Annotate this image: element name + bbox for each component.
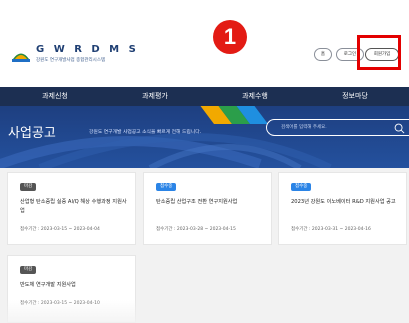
search-placeholder: 검색어를 입력해 주세요. (281, 125, 327, 130)
notice-period: 접수기간 : 2023-03-15 ~ 2023-04-10 (20, 301, 100, 306)
hero-banner: 사업공고 강원도 연구개발 사업공고 소식을 빠르게 전해 드립니다. 검색어를… (0, 106, 409, 168)
hero-title: 사업공고 (8, 126, 56, 141)
notice-period: 접수기간 : 2023-03-15 ~ 2023-04-04 (20, 227, 100, 232)
hero-decoration (0, 106, 332, 168)
notice-card[interactable]: 마감 산업형 탄소중립 실증 Al/Q 해상 수행과정 지원사업 접수기간 : … (7, 172, 136, 245)
status-badge: 접수중 (291, 183, 312, 191)
nav-item-evaluation[interactable]: 과제평가 (120, 87, 190, 106)
notice-card[interactable]: 접수중 2023년 강원도 이노베이터 R&D 지원사업 공고 접수기간 : 2… (278, 172, 407, 245)
notice-period: 접수기간 : 2023-03-28 ~ 2023-04-15 (156, 227, 236, 232)
notice-title[interactable]: 반도체 연구개발 지원사업 (20, 281, 130, 290)
notice-card[interactable]: 접수중 탄소중립 산업구조 전환 연구지원사업 접수기간 : 2023-03-2… (143, 172, 272, 245)
site-header: G W R D M S 강원도 연구개발사업 종합관리시스템 1 홈 로그인 회… (0, 0, 409, 87)
search-icon[interactable] (394, 123, 405, 134)
status-badge: 접수중 (156, 183, 177, 191)
main-nav: 과제신청 과제평가 과제수행 정보마당 (0, 87, 409, 106)
logo-subtitle: 강원도 연구개발사업 종합관리시스템 (36, 58, 106, 63)
notice-title[interactable]: 2023년 강원도 이노베이터 R&D 지원사업 공고 (291, 198, 401, 207)
site-logo[interactable]: G W R D M S 강원도 연구개발사업 종합관리시스템 (12, 44, 136, 66)
nav-item-info[interactable]: 정보마당 (320, 87, 390, 106)
notice-title[interactable]: 탄소중립 산업구조 전환 연구지원사업 (156, 198, 266, 207)
nav-item-apply[interactable]: 과제신청 (20, 87, 90, 106)
logo-mark-icon (12, 53, 30, 62)
highlight-box (357, 35, 401, 70)
nav-item-execution[interactable]: 과제수행 (220, 87, 290, 106)
status-badge: 마감 (20, 266, 37, 274)
screen: G W R D M S 강원도 연구개발사업 종합관리시스템 1 홈 로그인 회… (0, 0, 409, 323)
notice-card[interactable]: 마감 반도체 연구개발 지원사업 접수기간 : 2023-03-15 ~ 202… (7, 255, 136, 323)
step-marker: 1 (213, 20, 247, 54)
home-button[interactable]: 홈 (314, 48, 332, 61)
search-input[interactable]: 검색어를 입력해 주세요. (266, 119, 409, 136)
hero-description: 강원도 연구개발 사업공고 소식을 빠르게 전해 드립니다. (89, 130, 202, 135)
logo-title: G W R D M S (36, 44, 139, 55)
status-badge: 마감 (20, 183, 37, 191)
notice-period: 접수기간 : 2023-03-31 ~ 2023-04-16 (291, 227, 371, 232)
notice-title[interactable]: 산업형 탄소중립 실증 Al/Q 해상 수행과정 지원사업 (20, 198, 130, 216)
